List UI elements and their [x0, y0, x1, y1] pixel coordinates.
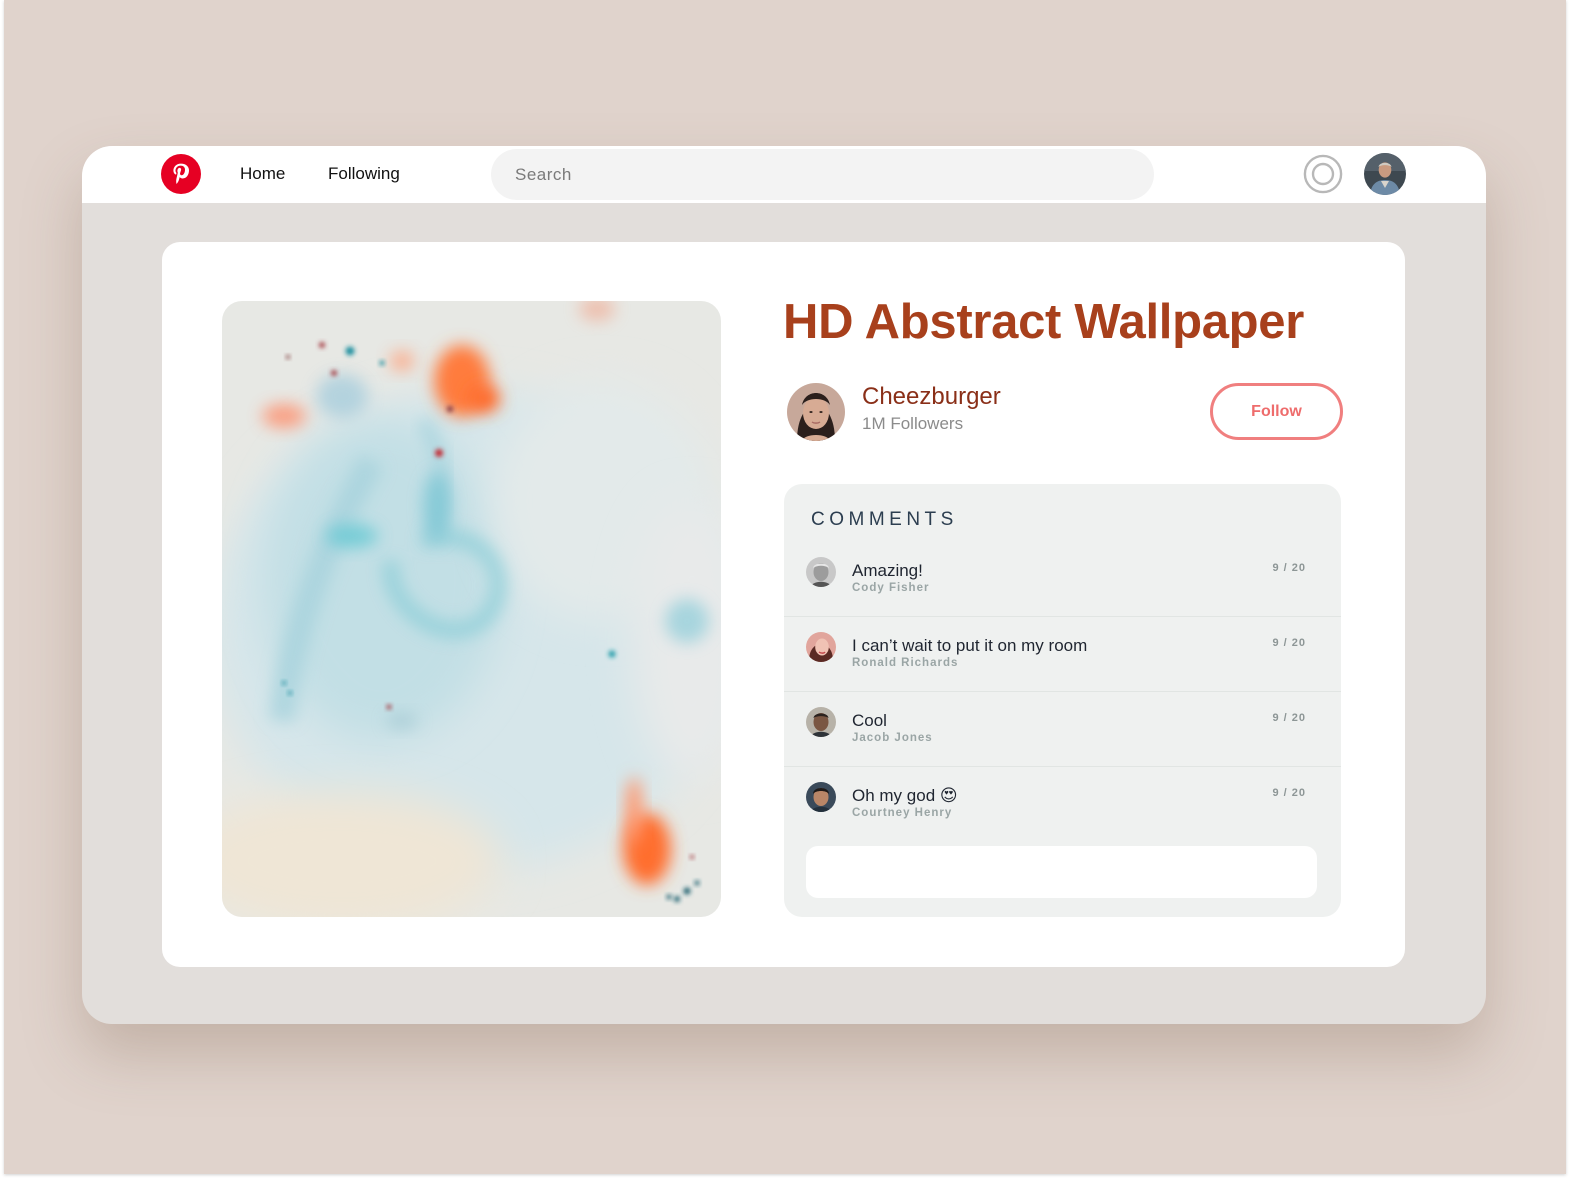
comment-date: 9 / 20 [1272, 712, 1306, 724]
comment-text: Amazing! [852, 561, 923, 580]
commenter-avatar[interactable] [806, 557, 836, 587]
comment-date: 9 / 20 [1272, 562, 1306, 574]
comment-author[interactable]: Ronald Richards [852, 657, 958, 669]
app-window: Home Following Search HD Abstract Wallpa… [82, 146, 1486, 1024]
notifications-ring-icon[interactable] [1303, 154, 1343, 194]
add-comment-input[interactable] [806, 846, 1317, 898]
comment-author[interactable]: Courtney Henry [852, 807, 952, 819]
author-avatar[interactable] [787, 383, 845, 441]
comment-text: Oh my god 😍 [852, 786, 958, 805]
pinterest-logo-icon[interactable] [161, 154, 201, 194]
abstract-marbled-wallpaper-image[interactable] [222, 301, 721, 917]
pin-detail-card: HD Abstract Wallpaper Cheezburger 1M Fol… [162, 242, 1405, 967]
author-followers-count: 1M Followers [862, 414, 964, 433]
comments-panel: COMMENTS Amazing! Cody Fisher 9 / 20 I c… [784, 484, 1341, 917]
nav-home-link[interactable]: Home [240, 164, 285, 184]
commenter-avatar[interactable] [806, 632, 836, 662]
follow-button[interactable]: Follow [1210, 383, 1343, 440]
comment-date: 9 / 20 [1272, 787, 1306, 799]
search-input[interactable] [491, 149, 1154, 200]
comment-date: 9 / 20 [1272, 637, 1306, 649]
comment-author[interactable]: Jacob Jones [852, 732, 933, 744]
comment-author[interactable]: Cody Fisher [852, 582, 929, 594]
user-avatar[interactable] [1364, 153, 1406, 195]
author-name[interactable]: Cheezburger [862, 383, 1001, 411]
comment-text: Cool [852, 711, 887, 730]
commenter-avatar[interactable] [806, 707, 836, 737]
top-navigation-bar: Home Following [82, 146, 1486, 203]
comment-text: I can’t wait to put it on my room [852, 636, 1088, 655]
pin-title: HD Abstract Wallpaper [783, 295, 1305, 349]
comment-item: Amazing! Cody Fisher 9 / 20 [784, 542, 1341, 617]
commenter-avatar[interactable] [806, 782, 836, 812]
comments-heading: COMMENTS [811, 509, 958, 530]
comment-item: I can’t wait to put it on my room Ronald… [784, 617, 1341, 692]
comment-item: Oh my god 😍 Courtney Henry 9 / 20 [784, 767, 1341, 842]
nav-following-link[interactable]: Following [328, 164, 400, 184]
comment-item: Cool Jacob Jones 9 / 20 [784, 692, 1341, 767]
comment-list: Amazing! Cody Fisher 9 / 20 I can’t wait… [784, 542, 1341, 842]
